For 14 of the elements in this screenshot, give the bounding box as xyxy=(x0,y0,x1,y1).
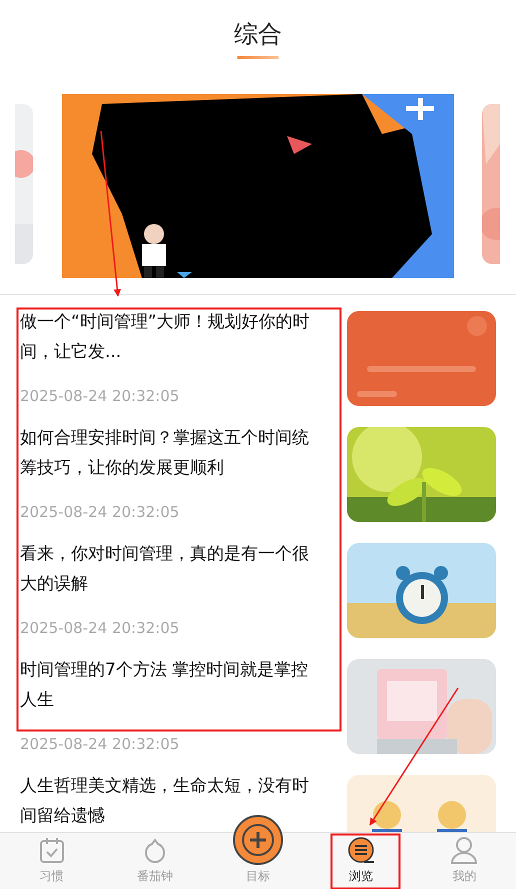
article-title[interactable]: 时间管理的7个方法 掌控时间就是掌控人生 xyxy=(20,653,316,715)
category-tab[interactable]: 综合 xyxy=(234,18,282,65)
article-title[interactable]: 做一个“时间管理”大师！规划好你的时间，让它发... xyxy=(20,305,316,367)
annotation-box xyxy=(330,834,400,889)
article-title[interactable]: 如何合理安排时间？掌握这五个时间统筹技巧，让你的发展更顺利 xyxy=(20,421,316,483)
article-date: 2025-08-24 20:32:05 xyxy=(20,735,180,753)
nav-tab[interactable]: 浏览 xyxy=(321,835,402,889)
user-icon xyxy=(449,835,480,865)
article-date: 2025-08-24 20:32:05 xyxy=(20,503,180,521)
article-date: 2025-08-24 20:32:05 xyxy=(20,387,180,405)
article-date: 2025-08-24 20:32:05 xyxy=(20,619,180,637)
article-title[interactable]: 看来，你对时间管理，真的是有一个很大的误解 xyxy=(20,537,316,599)
menu-icon xyxy=(346,835,376,865)
plus-icon xyxy=(232,815,283,865)
